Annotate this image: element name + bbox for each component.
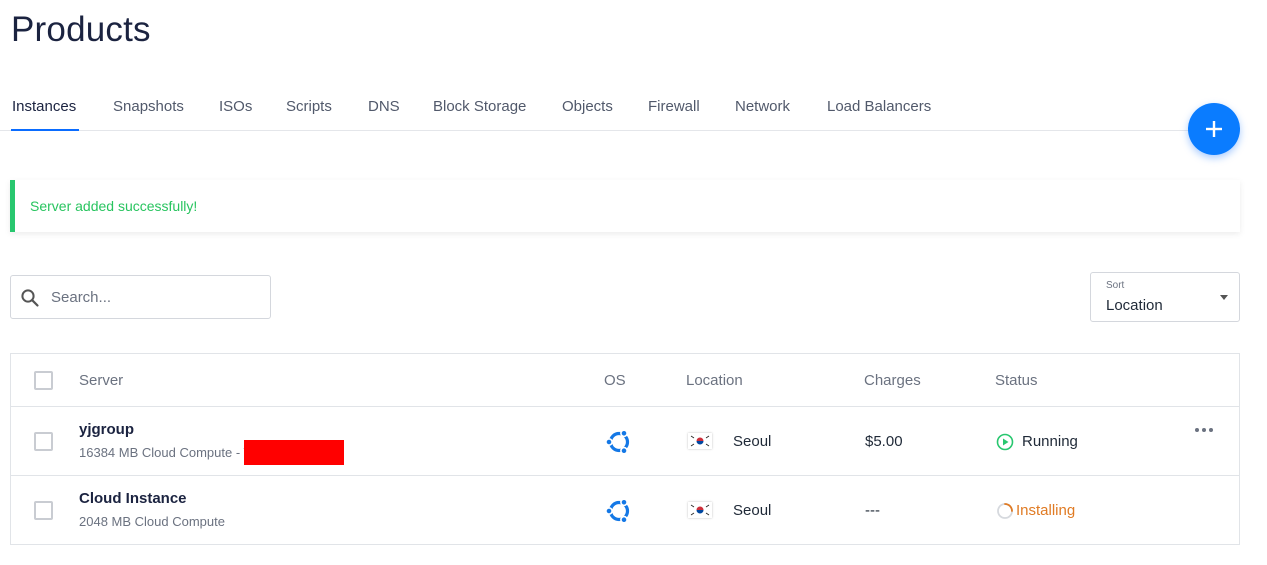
charges-value: --- [865,502,880,519]
search-box[interactable] [10,275,271,319]
select-all-checkbox[interactable] [34,371,53,390]
header-os: OS [604,372,626,389]
tab-instances[interactable]: Instances [12,98,76,115]
server-name[interactable]: Cloud Instance [79,490,187,507]
active-tab-indicator [11,129,79,131]
search-input[interactable] [51,276,261,318]
sort-label: Sort [1106,280,1125,291]
tab-dns[interactable]: DNS [368,98,400,115]
server-name[interactable]: yjgroup [79,421,134,438]
tab-snapshots[interactable]: Snapshots [113,98,184,115]
tab-firewall[interactable]: Firewall [648,98,700,115]
ubuntu-icon [605,429,630,455]
ubuntu-icon [605,498,630,524]
server-description: 2048 MB Cloud Compute [79,514,225,529]
server-description: 16384 MB Cloud Compute - T [79,445,252,460]
header-server: Server [79,372,124,389]
charges-value: $5.00 [865,433,903,450]
play-circle-icon [996,433,1014,451]
header-location: Location [686,372,743,389]
south-korea-flag-icon [688,502,712,518]
sort-value: Location [1106,297,1163,314]
sort-select[interactable]: Sort Location [1090,272,1240,322]
row-checkbox[interactable] [34,432,53,451]
page-title: Products [11,10,151,49]
chevron-down-icon [1220,295,1228,300]
south-korea-flag-icon [688,433,712,449]
alert-message: Server added successfully! [30,198,198,214]
search-icon [21,289,39,307]
row-checkbox[interactable] [34,501,53,520]
tab-isos[interactable]: ISOs [219,98,252,115]
status-text: Running [1022,433,1078,450]
header-charges: Charges [864,372,921,389]
product-tabs: Instances Snapshots ISOs Scripts DNS Blo… [0,86,1240,131]
redaction-box [244,440,344,465]
add-server-button[interactable] [1188,103,1240,155]
table-row[interactable]: Cloud Instance 2048 MB Cloud Compute Seo… [11,476,1239,545]
tab-network[interactable]: Network [735,98,790,115]
tab-objects[interactable]: Objects [562,98,613,115]
spinner-icon [997,503,1013,519]
tab-block-storage[interactable]: Block Storage [433,98,526,115]
location-name: Seoul [733,433,772,450]
location-name: Seoul [733,502,772,519]
table-row[interactable]: yjgroup 16384 MB Cloud Compute - T Seoul… [11,407,1239,476]
tab-scripts[interactable]: Scripts [286,98,332,115]
more-options-icon[interactable] [1194,427,1214,433]
status-text: Installing [1016,502,1076,519]
instances-table: Server OS Location Charges Status yjgrou… [10,353,1240,545]
header-status: Status [995,372,1038,389]
table-header: Server OS Location Charges Status [11,354,1239,407]
plus-icon [1206,121,1222,137]
tab-load-balancers[interactable]: Load Balancers [827,98,931,115]
success-alert: Server added successfully! [10,180,1240,232]
